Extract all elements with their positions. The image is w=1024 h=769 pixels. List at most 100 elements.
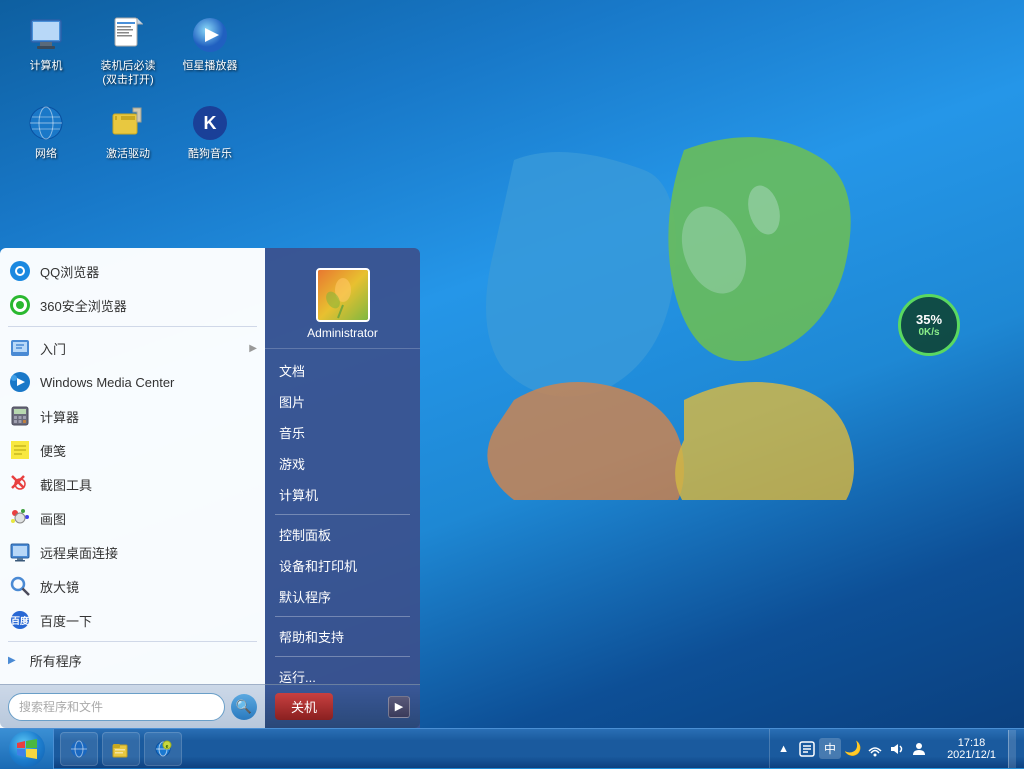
menu-item-calculator[interactable]: 计算器 bbox=[0, 399, 265, 433]
menu-item-all-programs[interactable]: ▶ 所有程序 bbox=[0, 646, 265, 675]
taskbar-ie-icon: e bbox=[153, 739, 173, 759]
tray-action-center-icon[interactable] bbox=[797, 739, 817, 759]
system-tray: ▲ 中 🌙 bbox=[769, 729, 1024, 768]
start-button[interactable] bbox=[0, 729, 54, 769]
tray-user-icon[interactable] bbox=[909, 739, 929, 759]
taskbar-explorer-icon bbox=[111, 739, 131, 759]
menu-item-getting-started[interactable]: 入门 ▶ bbox=[0, 331, 265, 365]
desktop-icon-row-1: 计算机 装机后必读(双击打开) bbox=[10, 10, 246, 93]
activate-icon bbox=[108, 103, 148, 143]
shutdown-button[interactable]: 关机 bbox=[275, 693, 333, 720]
desktop-icons-area: 计算机 装机后必读(双击打开) bbox=[10, 10, 246, 171]
network-percent: 35% bbox=[916, 312, 942, 327]
shutdown-bar: 关机 ▶ bbox=[265, 684, 420, 728]
right-menu-control-panel[interactable]: 控制面板 bbox=[265, 519, 420, 550]
menu-divider-1 bbox=[8, 326, 257, 327]
tray-volume-icon[interactable] bbox=[887, 739, 907, 759]
taskbar-network-icon bbox=[69, 739, 89, 759]
all-programs-arrow: ▶ bbox=[8, 655, 16, 666]
baidu-icon: 百度 bbox=[8, 608, 32, 632]
svg-text:e: e bbox=[166, 744, 169, 750]
tray-network-icon[interactable] bbox=[865, 739, 885, 759]
system-clock[interactable]: 17:18 2021/12/1 bbox=[941, 737, 1002, 761]
menu-item-snipping-tool[interactable]: 截图工具 bbox=[0, 467, 265, 501]
kugou-icon: K bbox=[190, 103, 230, 143]
start-menu-left-panel: QQ浏览器 360安全浏览器 bbox=[0, 248, 265, 728]
desktop: 计算机 装机后必读(双击打开) bbox=[0, 0, 1024, 768]
windows-logo bbox=[484, 80, 864, 500]
qq-browser-icon bbox=[8, 259, 32, 283]
user-section: Administrator bbox=[265, 258, 420, 349]
right-divider-2 bbox=[275, 616, 410, 617]
start-orb bbox=[9, 731, 45, 767]
paint-icon bbox=[8, 506, 32, 530]
start-menu: QQ浏览器 360安全浏览器 bbox=[0, 248, 420, 728]
readme-label: 装机后必读(双击打开) bbox=[97, 59, 159, 88]
360-browser-icon bbox=[8, 293, 32, 317]
taskbar: e ▲ 中 🌙 bbox=[0, 728, 1024, 768]
desktop-icon-player[interactable]: 恒星播放器 bbox=[174, 10, 246, 93]
menu-item-360-browser[interactable]: 360安全浏览器 bbox=[0, 288, 265, 322]
menu-item-magnifier[interactable]: 放大镜 bbox=[0, 569, 265, 603]
remote-desktop-icon bbox=[8, 540, 32, 564]
taskbar-items: e bbox=[54, 729, 769, 768]
right-menu-documents[interactable]: 文档 bbox=[265, 355, 420, 386]
right-menu-default-programs[interactable]: 默认程序 bbox=[265, 581, 420, 612]
desktop-icon-kugou[interactable]: K 酷狗音乐 bbox=[174, 98, 246, 166]
calculator-icon bbox=[8, 404, 32, 428]
search-button[interactable]: 🔍 bbox=[231, 694, 257, 720]
tray-expand-icon: ▲ bbox=[778, 743, 789, 755]
taskbar-app-network[interactable] bbox=[60, 732, 98, 766]
menu-item-baidu[interactable]: 百度 百度一下 bbox=[0, 603, 265, 637]
tray-moon-icon[interactable]: 🌙 bbox=[843, 739, 863, 759]
clock-time: 17:18 bbox=[958, 737, 986, 749]
svg-text:K: K bbox=[204, 113, 217, 133]
getting-started-icon bbox=[8, 336, 32, 360]
show-desktop-button[interactable] bbox=[1008, 730, 1016, 768]
network-globe-icon bbox=[26, 103, 66, 143]
desktop-icon-network[interactable]: 网络 bbox=[10, 98, 82, 166]
media-center-icon bbox=[8, 370, 32, 394]
tray-language[interactable]: 中 bbox=[819, 738, 841, 759]
right-menu-pictures[interactable]: 图片 bbox=[265, 386, 420, 417]
network-speed: 0K/s bbox=[918, 327, 939, 338]
menu-item-media-center[interactable]: Windows Media Center bbox=[0, 365, 265, 399]
search-box[interactable]: 搜索程序和文件 bbox=[8, 693, 225, 721]
search-icon: 🔍 bbox=[236, 699, 252, 715]
computer-label: 计算机 bbox=[30, 59, 63, 73]
taskbar-app-ie[interactable]: e bbox=[144, 732, 182, 766]
getting-started-arrow: ▶ bbox=[249, 343, 257, 354]
desktop-icon-computer[interactable]: 计算机 bbox=[10, 10, 82, 93]
taskbar-app-explorer[interactable] bbox=[102, 732, 140, 766]
user-name: Administrator bbox=[307, 326, 378, 340]
computer-icon bbox=[26, 15, 66, 55]
tray-notification-area[interactable]: ▲ bbox=[778, 743, 789, 755]
svg-text:百度: 百度 bbox=[11, 615, 30, 626]
network-widget[interactable]: 35% 0K/s bbox=[894, 290, 964, 360]
menu-item-remote-desktop[interactable]: 远程桌面连接 bbox=[0, 535, 265, 569]
right-menu-devices-printers[interactable]: 设备和打印机 bbox=[265, 550, 420, 581]
desktop-icon-activate[interactable]: 激活驱动 bbox=[92, 98, 164, 166]
player-label: 恒星播放器 bbox=[183, 59, 238, 73]
right-menu-games[interactable]: 游戏 bbox=[265, 448, 420, 479]
menu-divider-2 bbox=[8, 641, 257, 642]
right-menu-music[interactable]: 音乐 bbox=[265, 417, 420, 448]
search-placeholder: 搜索程序和文件 bbox=[19, 698, 103, 715]
start-menu-right-panel: Administrator 文档 图片 音乐 游戏 计算机 控制面板 设备和打印… bbox=[265, 248, 420, 728]
menu-item-paint[interactable]: 画图 bbox=[0, 501, 265, 535]
snipping-tool-icon bbox=[8, 472, 32, 496]
shutdown-arrow-button[interactable]: ▶ bbox=[388, 696, 410, 718]
desktop-icon-readme[interactable]: 装机后必读(双击打开) bbox=[92, 10, 164, 93]
network-circle: 35% 0K/s bbox=[898, 294, 960, 356]
menu-item-sticky-notes[interactable]: 便笺 bbox=[0, 433, 265, 467]
right-divider-1 bbox=[275, 514, 410, 515]
desktop-icon-row-2: 网络 激活驱动 K bbox=[10, 98, 246, 166]
right-menu-computer[interactable]: 计算机 bbox=[265, 479, 420, 510]
player-icon bbox=[190, 15, 230, 55]
clock-date: 2021/12/1 bbox=[947, 749, 996, 761]
search-area: 搜索程序和文件 🔍 bbox=[0, 684, 265, 728]
right-menu-help-support[interactable]: 帮助和支持 bbox=[265, 621, 420, 652]
network-label: 网络 bbox=[35, 147, 57, 161]
magnifier-icon bbox=[8, 574, 32, 598]
menu-item-qq-browser[interactable]: QQ浏览器 bbox=[0, 254, 265, 288]
